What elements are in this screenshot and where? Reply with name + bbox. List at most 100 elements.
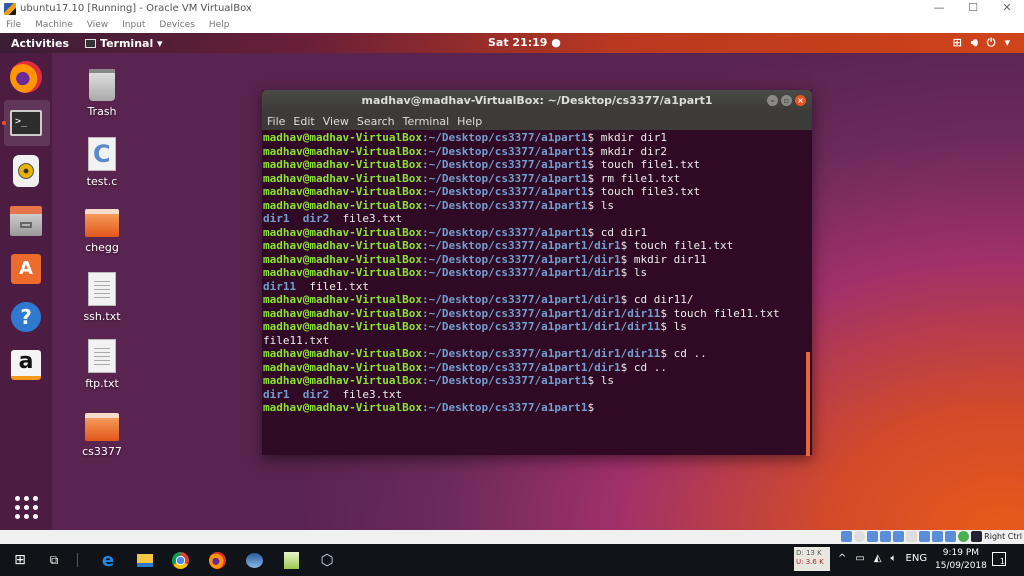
action-center-button[interactable]: 1 [992, 552, 1006, 566]
terminal-scrollbar[interactable] [806, 352, 810, 456]
system-tray[interactable]: ⊞ 🔊︎ ⏻ ▾ [953, 36, 1010, 50]
close-button[interactable]: ✕ [990, 0, 1024, 17]
show-hidden-icons-button[interactable]: ^ [838, 553, 846, 564]
taskbar-thunderbird[interactable] [244, 550, 264, 570]
menu-help[interactable]: Help [209, 20, 230, 30]
taskbar-chrome[interactable] [170, 550, 190, 570]
network-adapter-icon[interactable] [880, 531, 892, 542]
prompt-path: :~/Desktop/cs3377/a1part1 [421, 144, 588, 158]
taskbar-virtualbox[interactable]: ⬡ [317, 550, 337, 570]
terminal-menu-search[interactable]: Search [357, 115, 395, 128]
app-menu-terminal[interactable]: Terminal ▾ [85, 37, 163, 50]
file-cabinet-icon [10, 206, 42, 236]
dock-terminal[interactable]: >_ [8, 105, 44, 141]
terminal-window[interactable]: madhav@madhav-VirtualBox: ~/Desktop/cs33… [262, 90, 812, 456]
terminal-menu-edit[interactable]: Edit [293, 115, 314, 128]
activities-button[interactable]: Activities [11, 37, 69, 50]
minimize-icon[interactable]: – [767, 95, 778, 106]
notification-count: 1 [999, 557, 1005, 566]
menu-machine[interactable]: Machine [35, 20, 73, 30]
prompt-user-host: madhav@madhav-VirtualBox [263, 239, 422, 252]
speaker-icon [13, 155, 39, 187]
prompt-path: :~/Desktop/cs3377/a1part1 [421, 225, 588, 239]
terminal-menubar: File Edit View Search Terminal Help [262, 112, 812, 130]
prompt-command: $ ls [587, 374, 615, 387]
network-icon: ⊞ [952, 36, 962, 49]
dock-rhythmbox[interactable] [8, 153, 44, 189]
virtualbox-logo-icon [4, 2, 16, 15]
close-icon[interactable]: × [795, 95, 806, 106]
language-indicator[interactable]: ENG [906, 553, 928, 564]
start-button[interactable]: ⊞ [10, 550, 30, 570]
prompt-path: :~/Desktop/cs3377/a1part1/dir1 [421, 239, 621, 252]
dock-amazon[interactable]: a [8, 347, 44, 383]
menu-file[interactable]: File [6, 20, 21, 30]
mouse-integration-icon[interactable] [958, 531, 970, 542]
terminal-output[interactable]: madhav@madhav-VirtualBox:~/Desktop/cs337… [262, 130, 812, 415]
terminal-menu-view[interactable]: View [323, 115, 349, 128]
terminal-prompt-line: madhav@madhav-VirtualBox:~/Desktop/cs337… [263, 361, 812, 375]
prompt-user-host: madhav@madhav-VirtualBox [263, 171, 422, 185]
ls-directory: dir1 [263, 212, 303, 225]
desktop-icon-test-c[interactable]: test.c [67, 137, 137, 188]
taskbar-edge[interactable]: e [98, 550, 118, 571]
volume-icon[interactable]: 🔈︎ [891, 553, 897, 564]
taskbar-file-explorer[interactable] [135, 550, 155, 570]
maximize-button[interactable]: ☐ [956, 0, 990, 17]
prompt-path: :~/Desktop/cs3377/a1part1/dir1 [421, 252, 621, 266]
prompt-path: :~/Desktop/cs3377/a1part1 [421, 131, 588, 144]
display-icon[interactable] [919, 531, 931, 542]
desktop-icon-ftp-txt[interactable]: ftp.txt [67, 339, 137, 390]
ls-directory: dir1 [263, 387, 303, 401]
usb-icon[interactable] [893, 531, 905, 542]
battery-icon[interactable]: ▭ [855, 553, 864, 564]
dock-files[interactable] [8, 203, 44, 239]
cpu-icon[interactable] [945, 531, 957, 542]
terminal-menu-file[interactable]: File [267, 115, 285, 128]
dock-software[interactable]: A [8, 251, 44, 287]
audio-icon[interactable] [867, 531, 879, 542]
optical-drive-icon[interactable] [854, 531, 866, 542]
taskbar-notepad[interactable] [281, 550, 301, 570]
power-icon: ⏻ [986, 36, 996, 49]
maximize-icon[interactable]: ▫ [781, 95, 792, 106]
prompt-user-host: madhav@madhav-VirtualBox [263, 225, 422, 239]
desktop-icon-cs3377[interactable]: cs3377 [67, 413, 137, 458]
terminal-menu-terminal[interactable]: Terminal [403, 115, 450, 128]
task-view-button[interactable]: ⧉ [44, 550, 64, 570]
prompt-path: :~/Desktop/cs3377/a1part1 [421, 158, 588, 171]
prompt-command: $ ls [620, 266, 648, 279]
ls-directory: dir2 [302, 212, 343, 225]
minimize-button[interactable]: — [922, 0, 956, 17]
shared-folder-icon[interactable] [906, 531, 918, 542]
wifi-icon[interactable]: ◭ [874, 553, 882, 564]
prompt-user-host: madhav@madhav-VirtualBox [263, 131, 422, 144]
terminal-output-line: dir1 dir2 file3.txt [263, 212, 812, 226]
desktop-icon-chegg[interactable]: chegg [67, 209, 137, 254]
taskbar-firefox[interactable] [207, 550, 227, 570]
prompt-command: $ cd .. [660, 347, 707, 360]
folder-icon [85, 413, 119, 441]
network-speed-widget: D: 13 K U: 3.6 K [794, 547, 830, 571]
prompt-path: :~/Desktop/cs3377/a1part1 [421, 171, 588, 185]
menu-devices[interactable]: Devices [159, 20, 194, 30]
desktop-icon-ssh-txt[interactable]: ssh.txt [67, 272, 137, 323]
menu-view[interactable]: View [87, 20, 108, 30]
prompt-user-host: madhav@madhav-VirtualBox [263, 401, 422, 414]
video-capture-icon[interactable] [932, 531, 944, 542]
show-applications-button[interactable] [8, 489, 44, 525]
prompt-user-host: madhav@madhav-VirtualBox [263, 266, 422, 279]
desktop-icon-trash[interactable]: Trash [67, 69, 137, 118]
keyboard-capture-icon[interactable] [971, 531, 983, 542]
hard-disk-icon[interactable] [841, 531, 853, 542]
menu-input[interactable]: Input [122, 20, 145, 30]
taskbar-clock[interactable]: 9:19 PM 15/09/2018 [935, 547, 987, 573]
prompt-user-host: madhav@madhav-VirtualBox [263, 306, 422, 320]
virtualbox-titlebar: ubuntu17.10 [Running] - Oracle VM Virtua… [0, 0, 1024, 17]
dock-help[interactable]: ? [8, 299, 44, 335]
terminal-menu-help[interactable]: Help [457, 115, 482, 128]
topbar-clock[interactable]: Sat 21:19 ● [488, 36, 561, 49]
terminal-titlebar[interactable]: madhav@madhav-VirtualBox: ~/Desktop/cs33… [262, 90, 812, 112]
dock-firefox[interactable] [8, 59, 44, 95]
dock: >_ A ? a [0, 53, 52, 530]
